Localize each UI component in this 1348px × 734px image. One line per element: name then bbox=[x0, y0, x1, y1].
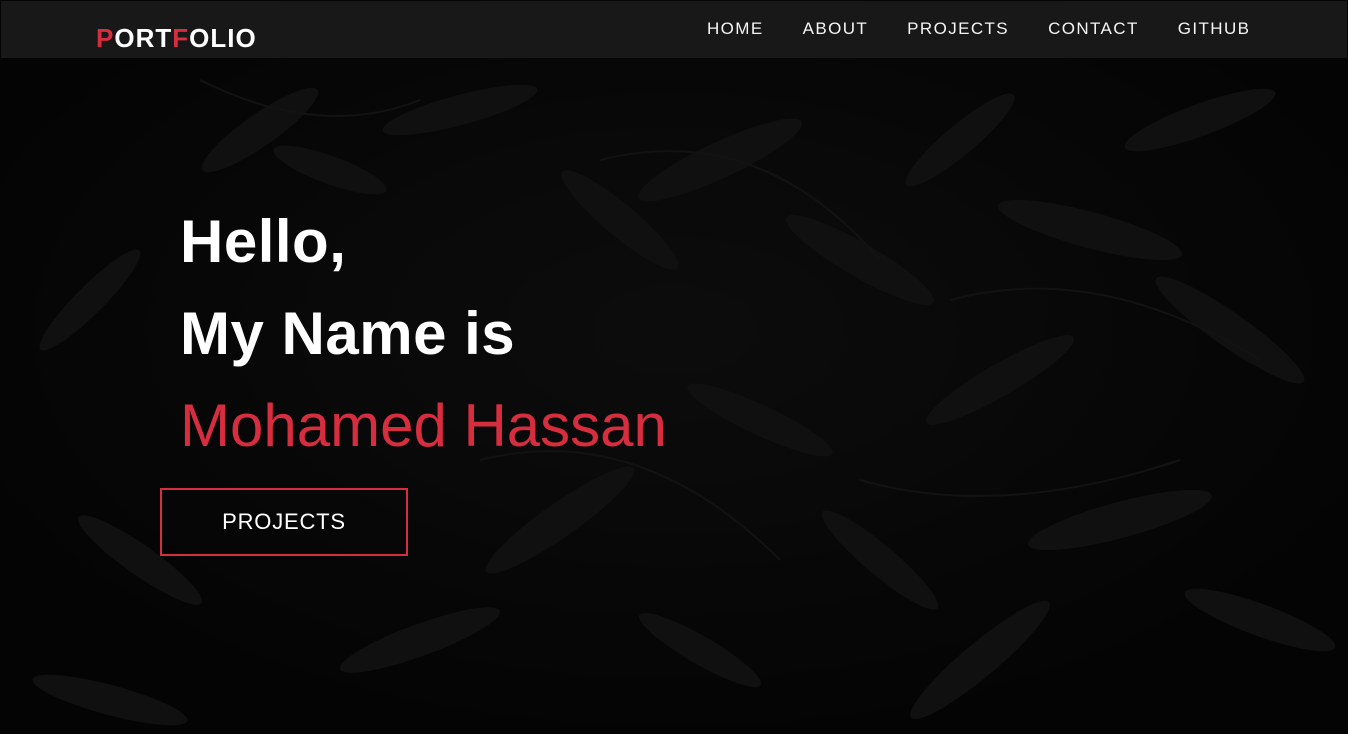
logo-accent-letter: P bbox=[96, 23, 115, 53]
hero-section: Hello, My Name is Mohamed Hassan bbox=[180, 196, 667, 472]
logo-accent-letter: F bbox=[172, 23, 190, 53]
logo-text: ORT bbox=[114, 23, 173, 53]
nav-link-projects[interactable]: PROJECTS bbox=[907, 18, 1009, 40]
top-navbar: PORTFOLIO HOME ABOUT PROJECTS CONTACT GI… bbox=[1, 1, 1347, 58]
nav-link-github[interactable]: GITHUB bbox=[1178, 18, 1251, 40]
nav-link-contact[interactable]: CONTACT bbox=[1048, 18, 1139, 40]
hero-name: Mohamed Hassan bbox=[180, 392, 667, 459]
portfolio-logo[interactable]: PORTFOLIO bbox=[96, 23, 257, 53]
hero-greeting: Hello, bbox=[180, 208, 347, 275]
nav-link-about[interactable]: ABOUT bbox=[803, 18, 869, 40]
projects-button[interactable]: PROJECTS bbox=[160, 488, 408, 556]
portfolio-page: PORTFOLIO HOME ABOUT PROJECTS CONTACT GI… bbox=[0, 0, 1348, 734]
nav-link-home[interactable]: HOME bbox=[707, 18, 764, 40]
logo-text: OLIO bbox=[189, 23, 257, 53]
hero-intro: My Name is bbox=[180, 300, 516, 367]
nav-menu: HOME ABOUT PROJECTS CONTACT GITHUB bbox=[707, 18, 1250, 40]
